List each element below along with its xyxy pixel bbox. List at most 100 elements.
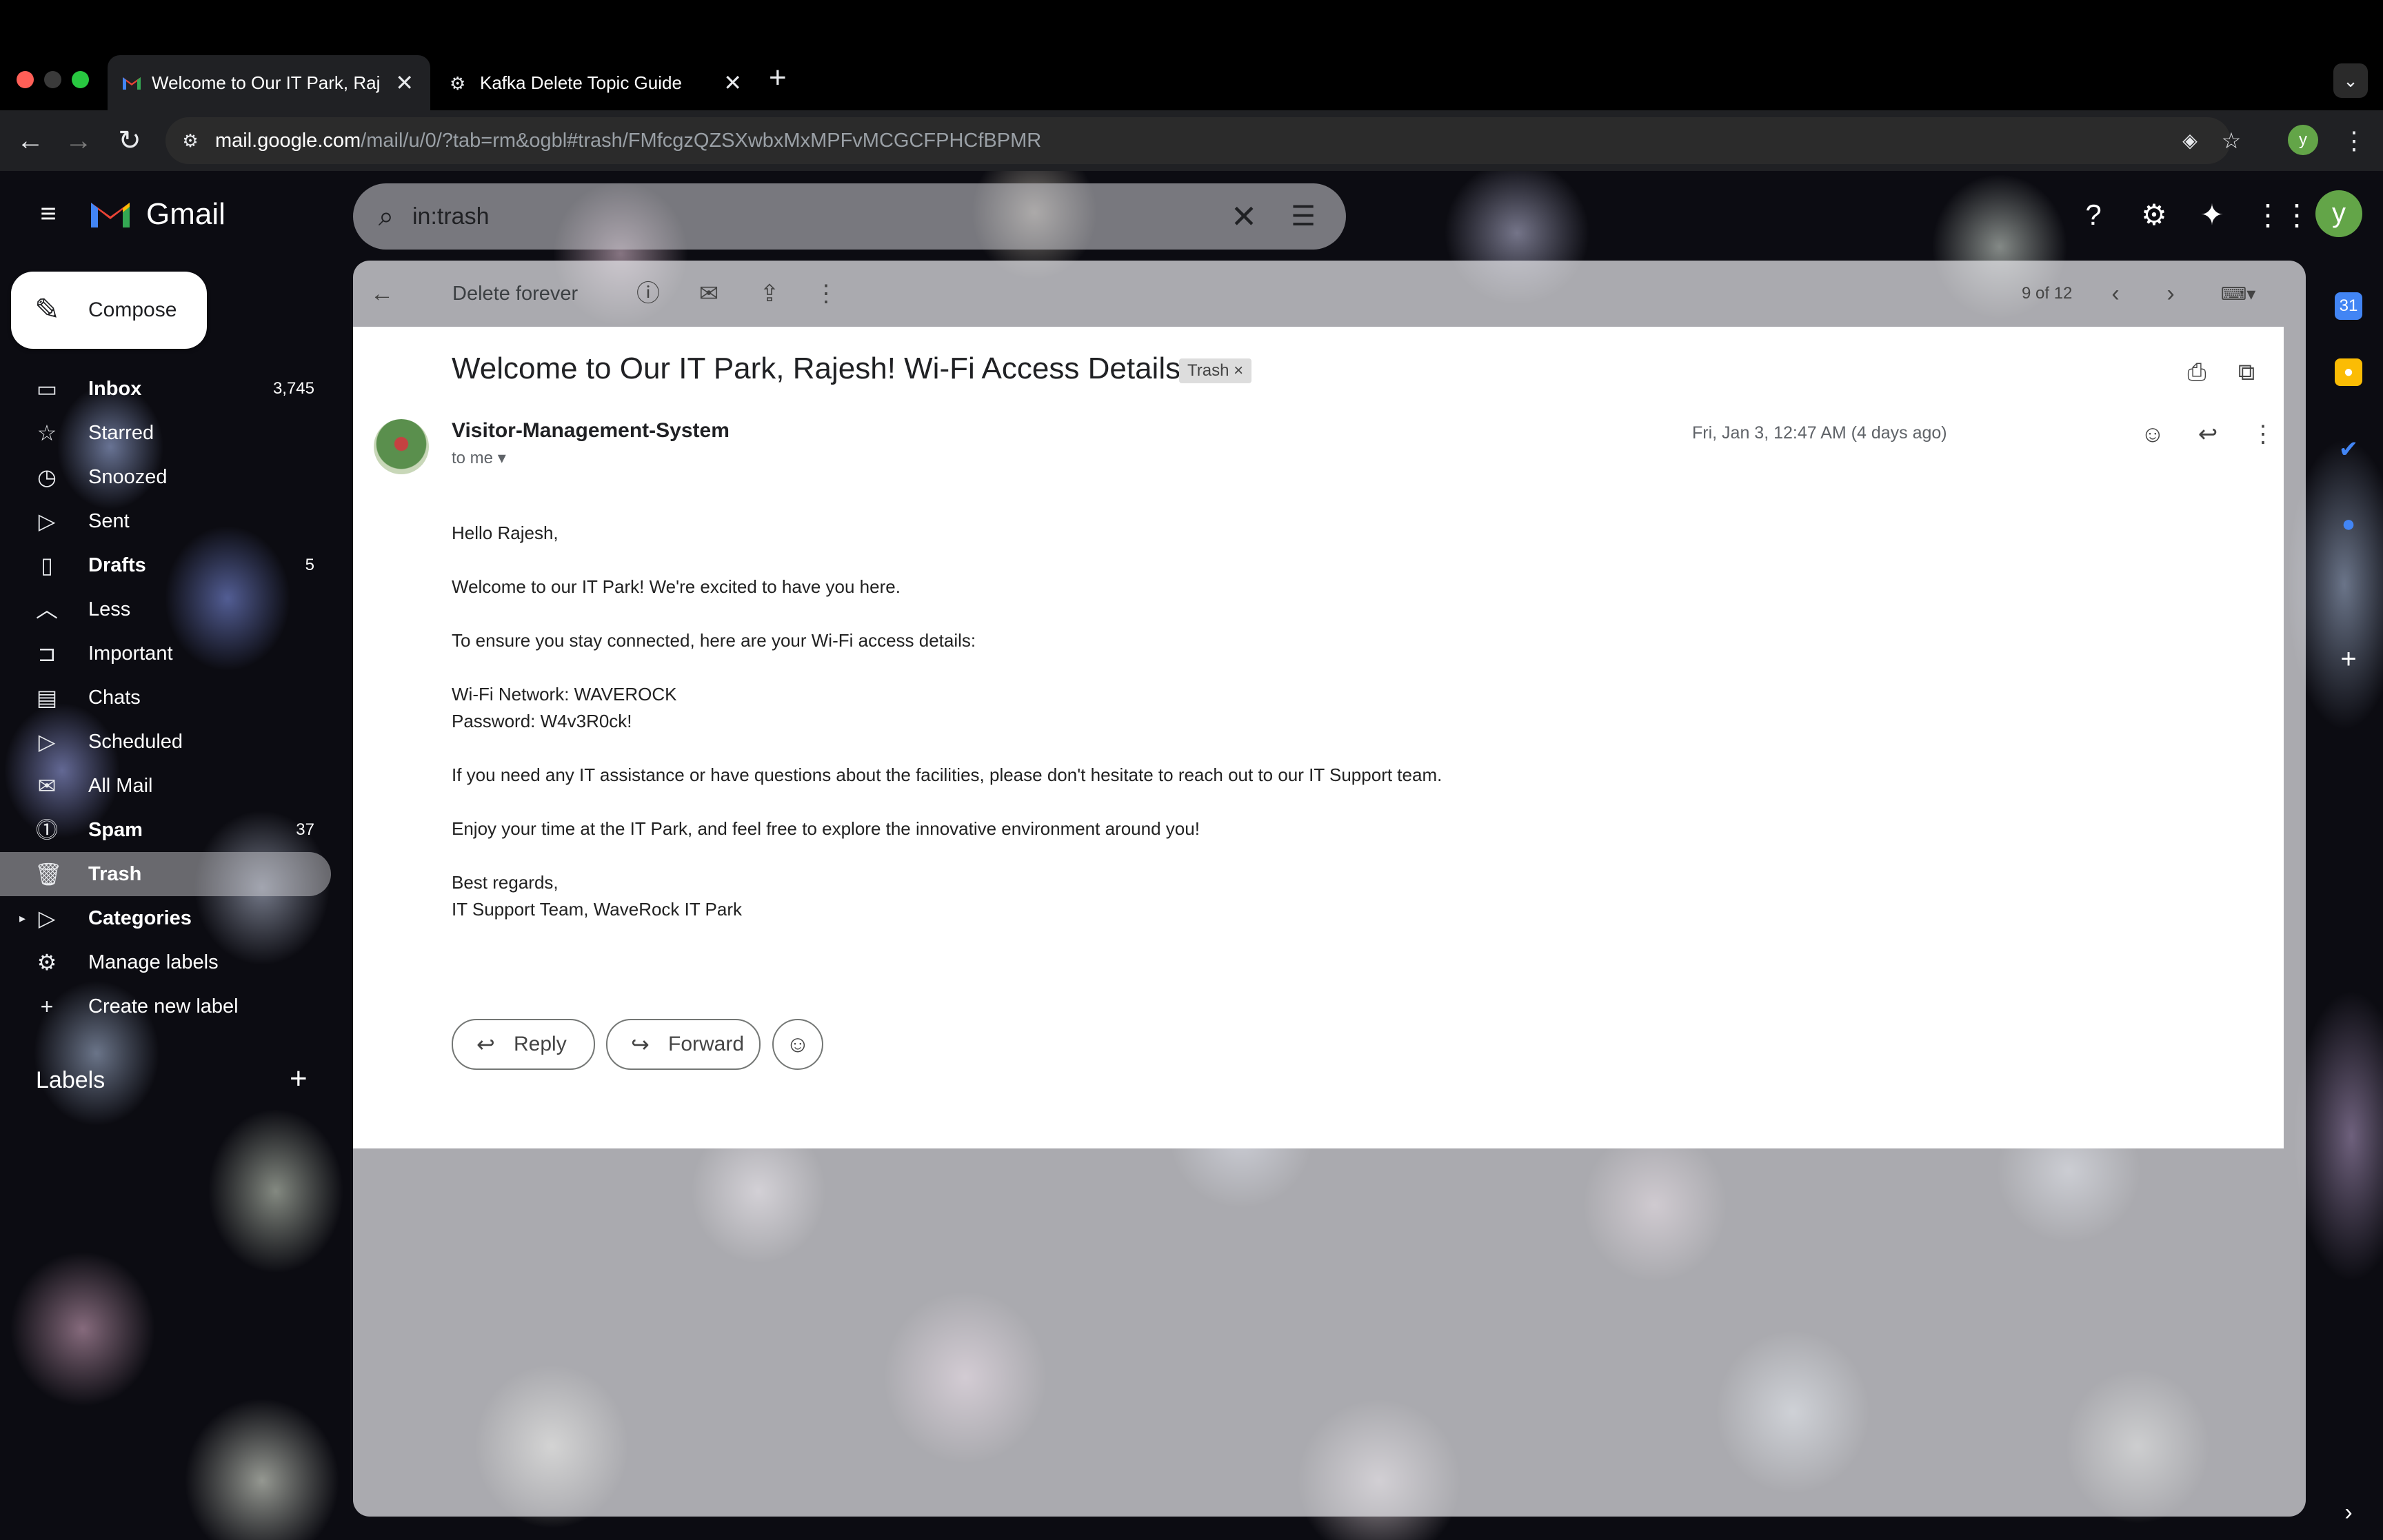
browser-toolbar: ← → ↻ ⚙ mail.google.com/mail/u/0/?tab=rm… bbox=[0, 110, 2383, 171]
report-spam-icon[interactable]: ⓘ bbox=[633, 278, 663, 309]
tab-close-icon[interactable]: ✕ bbox=[723, 70, 742, 95]
scheduled-send-icon: ▷ bbox=[38, 729, 56, 754]
add-reaction-icon[interactable]: ☺ bbox=[2138, 419, 2168, 449]
body-greeting: Hello Rajesh, bbox=[452, 523, 559, 543]
new-tab-button[interactable]: + bbox=[769, 61, 787, 95]
delete-forever-button[interactable]: Delete forever bbox=[452, 261, 578, 327]
browser-tab-kafka[interactable]: ⚙ Kafka Delete Topic Guide ✕ bbox=[436, 55, 758, 110]
sidebar-item-drafts[interactable]: ▯ Drafts 5 bbox=[0, 543, 331, 587]
show-side-panel-icon[interactable]: › bbox=[2335, 1499, 2362, 1526]
reply-arrow-icon: ↩ bbox=[476, 1032, 495, 1057]
trash-label-chip[interactable]: Trash × bbox=[1179, 358, 1252, 383]
sidebar-item-sent[interactable]: ▷ Sent bbox=[0, 499, 331, 543]
body-paragraph: Enjoy your time at the IT Park, and feel… bbox=[452, 818, 1200, 839]
account-avatar[interactable]: y bbox=[2315, 190, 2362, 237]
sidebar-item-scheduled[interactable]: ▷ Scheduled bbox=[0, 720, 331, 764]
browser-profile-avatar[interactable]: y bbox=[2288, 125, 2318, 155]
label-icon: ▷ bbox=[38, 906, 56, 931]
lens-icon[interactable]: ◈ bbox=[2176, 127, 2204, 154]
site-settings-icon[interactable]: ⚙ bbox=[177, 127, 204, 154]
reload-icon[interactable]: ↻ bbox=[110, 121, 149, 160]
print-icon[interactable]: ⎙ bbox=[2182, 357, 2212, 387]
remove-label-icon[interactable]: × bbox=[1234, 361, 1243, 380]
sidebar-item-create-label[interactable]: + Create new label bbox=[0, 984, 331, 1029]
sidebar-item-categories[interactable]: ▸ ▷ Categories bbox=[0, 896, 331, 940]
add-label-button[interactable]: + bbox=[290, 1062, 308, 1096]
search-icon[interactable]: ⌕ bbox=[370, 200, 403, 233]
url-text: mail.google.com/mail/u/0/?tab=rm&ogbl#tr… bbox=[215, 130, 1042, 152]
draft-count: 5 bbox=[305, 556, 314, 574]
keep-icon[interactable]: ● bbox=[2335, 358, 2362, 386]
emoji-reaction-button[interactable]: ☺ bbox=[772, 1019, 823, 1070]
search-options-icon[interactable]: ☰ bbox=[1285, 199, 1321, 234]
mark-unread-icon[interactable]: ✉ bbox=[694, 278, 724, 309]
back-to-list-icon[interactable]: ← bbox=[367, 278, 397, 309]
details-dropdown-icon[interactable]: ▾ bbox=[498, 449, 506, 467]
window-close-button[interactable] bbox=[17, 71, 34, 88]
back-icon[interactable]: ← bbox=[11, 121, 50, 160]
search-bar[interactable]: ⌕ in:trash ✕ ☰ bbox=[353, 183, 1346, 250]
sidebar-item-snoozed[interactable]: ◷ Snoozed bbox=[0, 455, 331, 499]
get-addons-icon[interactable]: + bbox=[2335, 645, 2362, 673]
sender-name[interactable]: Visitor-Management-System bbox=[452, 419, 730, 443]
input-tools-icon[interactable]: ⌨▾ bbox=[2211, 278, 2266, 309]
message-panel: ← Delete forever ⓘ ✉ ⇪ ⋮ 9 of 12 ‹ › ⌨▾ … bbox=[353, 261, 2306, 1517]
reply-icon[interactable]: ↩ bbox=[2193, 419, 2223, 449]
clock-icon: ◷ bbox=[37, 465, 57, 489]
tab-close-icon[interactable]: ✕ bbox=[395, 70, 414, 95]
sidebar-item-trash[interactable]: 🗑 Trash bbox=[0, 852, 331, 896]
sidebar-item-chats[interactable]: ▤ Chats bbox=[0, 676, 331, 720]
recipient-details[interactable]: to me ▾ bbox=[452, 448, 506, 468]
open-new-window-icon[interactable]: ⧉ bbox=[2231, 357, 2262, 387]
calendar-icon[interactable]: 31 bbox=[2335, 292, 2362, 320]
sender-avatar[interactable] bbox=[374, 419, 429, 474]
reply-button[interactable]: ↩ Reply bbox=[452, 1019, 595, 1070]
clear-search-icon[interactable]: ✕ bbox=[1226, 199, 1262, 234]
bookmark-star-icon[interactable]: ☆ bbox=[2218, 127, 2245, 154]
body-signoff: Best regards, bbox=[452, 872, 559, 893]
forward-arrow-icon: ↪ bbox=[631, 1032, 650, 1057]
browser-menu-icon[interactable]: ⋮ bbox=[2342, 121, 2366, 160]
tasks-icon[interactable]: ✔ bbox=[2335, 436, 2362, 463]
move-to-icon[interactable]: ⇪ bbox=[754, 278, 785, 309]
body-paragraph: If you need any IT assistance or have qu… bbox=[452, 764, 1442, 785]
message-more-icon[interactable]: ⋮ bbox=[2248, 419, 2278, 449]
sidebar-item-manage-labels[interactable]: ⚙ Manage labels bbox=[0, 940, 331, 984]
browser-tab-gmail[interactable]: Welcome to Our IT Park, Raje ✕ bbox=[108, 55, 430, 110]
forward-icon[interactable]: → bbox=[59, 121, 98, 160]
message-toolbar: ← Delete forever ⓘ ✉ ⇪ ⋮ 9 of 12 ‹ › ⌨▾ bbox=[353, 261, 2306, 327]
sidebar-item-less[interactable]: ︿ Less bbox=[0, 587, 331, 631]
main-menu-icon[interactable]: ≡ bbox=[34, 200, 62, 227]
draft-icon: ▯ bbox=[41, 553, 53, 578]
plus-icon: + bbox=[40, 994, 54, 1019]
all-mail-icon: ✉ bbox=[37, 773, 57, 798]
older-message-icon[interactable]: › bbox=[2155, 278, 2186, 309]
contacts-icon[interactable]: ● bbox=[2335, 510, 2362, 538]
more-options-icon[interactable]: ⋮ bbox=[811, 278, 841, 309]
gemini-sparkle-icon[interactable]: ✦ bbox=[2195, 199, 2229, 232]
window-zoom-button[interactable] bbox=[72, 71, 89, 88]
address-bar[interactable]: ⚙ mail.google.com/mail/u/0/?tab=rm&ogbl#… bbox=[165, 117, 2241, 164]
gmail-wordmark: Gmail bbox=[146, 197, 225, 231]
search-input[interactable]: in:trash bbox=[412, 183, 490, 250]
sidebar-item-all-mail[interactable]: ✉ All Mail bbox=[0, 764, 331, 808]
sidebar-item-inbox[interactable]: ▭ Inbox 3,745 bbox=[0, 367, 331, 411]
message-content: Welcome to Our IT Park, Rajesh! Wi-Fi Ac… bbox=[353, 327, 2284, 1148]
labels-header: Labels bbox=[36, 1067, 105, 1093]
sidebar-item-starred[interactable]: ☆ Starred bbox=[0, 411, 331, 455]
tab-title: Kafka Delete Topic Guide bbox=[480, 72, 682, 93]
help-icon[interactable]: ? bbox=[2077, 199, 2110, 232]
apps-grid-icon[interactable]: ⋮⋮ bbox=[2253, 199, 2311, 232]
sidebar-nav: ▭ Inbox 3,745 ☆ Starred ◷ Snoozed ▷ Sent… bbox=[0, 367, 331, 1029]
newer-message-icon[interactable]: ‹ bbox=[2100, 278, 2131, 309]
compose-button[interactable]: ✎ Compose bbox=[11, 272, 207, 349]
window-minimize-button[interactable] bbox=[44, 71, 61, 88]
forward-button[interactable]: ↪ Forward bbox=[606, 1019, 761, 1070]
sidebar-item-important[interactable]: ⊐ Important bbox=[0, 631, 331, 676]
wifi-network: Wi-Fi Network: WAVEROCK bbox=[452, 684, 677, 705]
tab-search-button[interactable]: ⌄ bbox=[2333, 63, 2368, 98]
sidebar-item-spam[interactable]: ⓵ Spam 37 bbox=[0, 808, 331, 852]
settings-gear-icon[interactable]: ⚙ bbox=[2138, 199, 2171, 232]
expand-caret-icon[interactable]: ▸ bbox=[19, 896, 26, 940]
gmail-logo-icon[interactable] bbox=[88, 196, 132, 230]
